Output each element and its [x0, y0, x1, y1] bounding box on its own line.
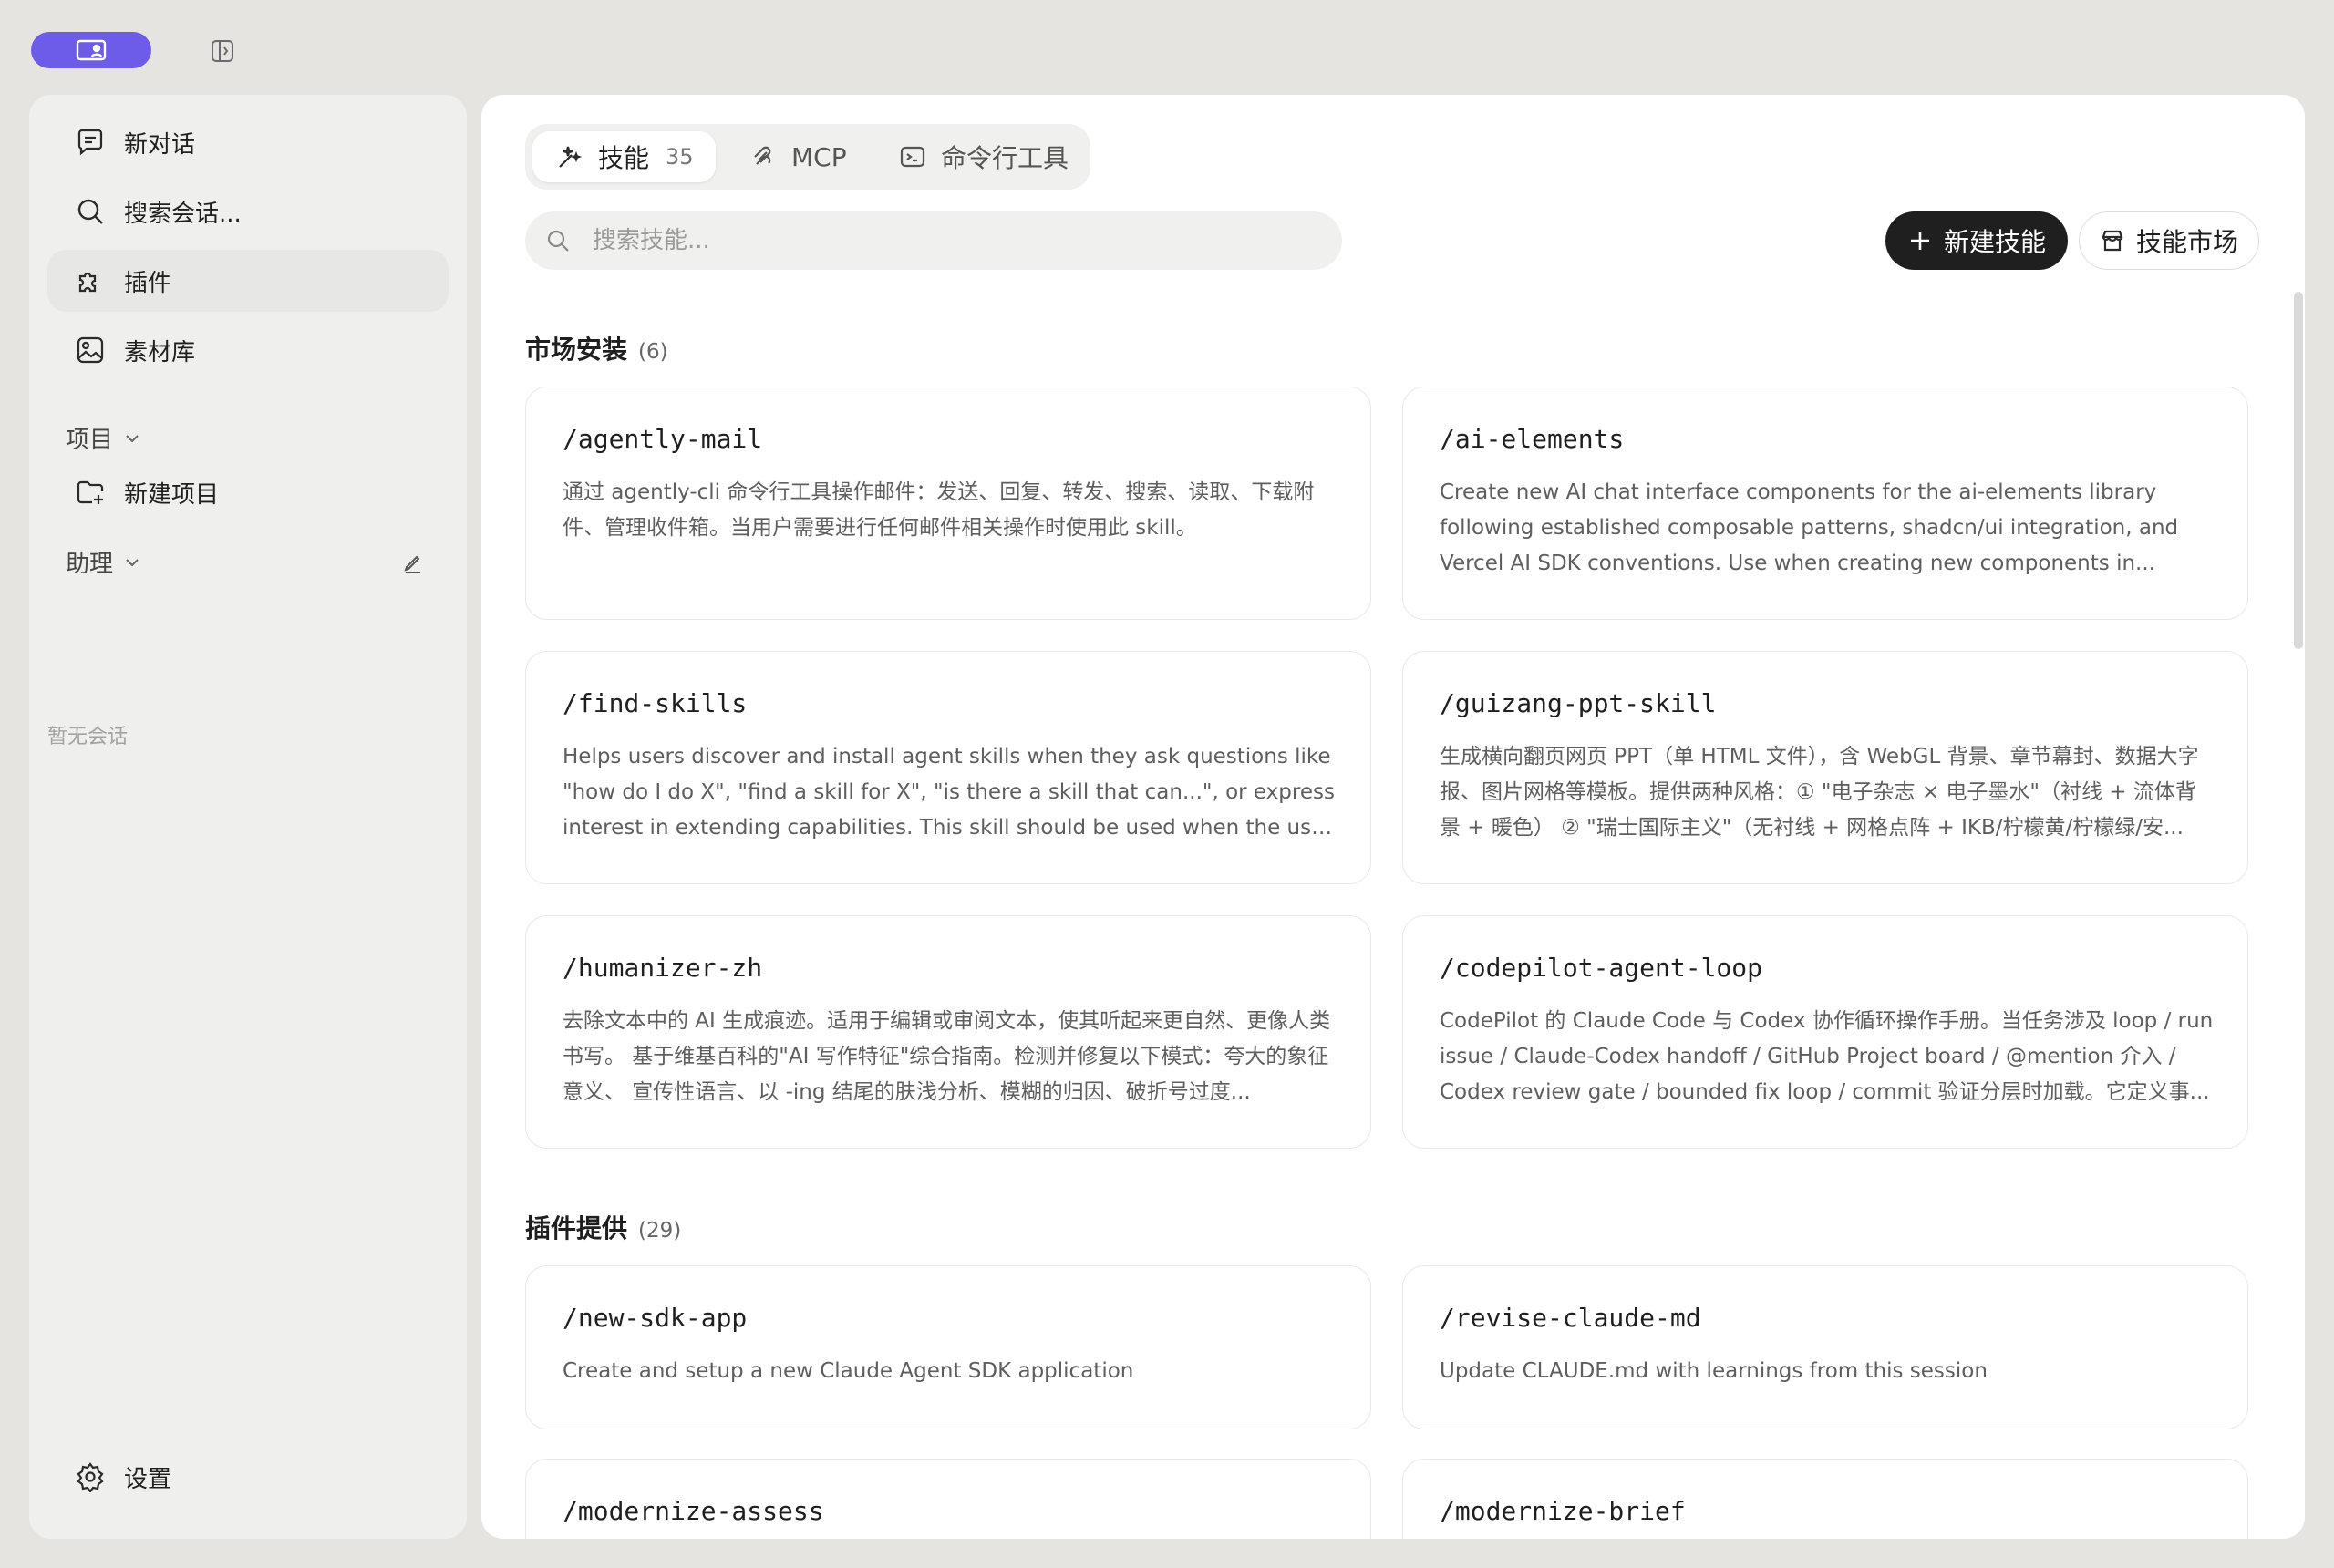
image-icon — [77, 336, 104, 364]
skill-card[interactable]: /ai-elements Create new AI chat interfac… — [1402, 387, 2248, 620]
mcp-icon — [754, 146, 771, 165]
store-icon — [2102, 230, 2123, 252]
skill-card[interactable]: /find-skills Helps users discover and in… — [525, 651, 1371, 884]
toggle-sidebar-button[interactable] — [208, 36, 237, 66]
sidebar-item-search[interactable]: 搜索会话... — [47, 181, 449, 242]
tab-label: MCP — [791, 141, 847, 172]
skill-description: 去除文本中的 AI 生成痕迹。适用于编辑或审阅文本，使其听起来更自然、更像人类书… — [563, 1009, 1331, 1104]
sidebar-item-new-project[interactable]: 新建项目 — [47, 461, 449, 523]
sidebar-item-label: 搜索会话... — [124, 200, 242, 228]
skills-count: 35 — [666, 144, 694, 170]
pencil-icon[interactable] — [401, 551, 425, 574]
chat-bubble-icon — [77, 129, 103, 156]
search-icon — [547, 230, 569, 252]
tab-skills[interactable]: 技能 35 — [532, 131, 716, 182]
section-title: 插件提供 — [525, 1213, 628, 1243]
assistant-label: 助理 — [66, 551, 114, 578]
scrollbar[interactable] — [2294, 292, 2303, 649]
sidebar-item-new-chat[interactable]: 新对话 — [47, 111, 449, 173]
wand-icon — [559, 146, 583, 168]
projects-label: 项目 — [66, 427, 114, 454]
skill-name: /agently-mail — [563, 424, 763, 454]
skill-name: /codepilot-agent-loop — [1440, 953, 1763, 983]
skill-card[interactable]: /modernize-assess — [525, 1459, 1371, 1539]
sidebar-item-label: 新建项目 — [124, 480, 220, 509]
skill-name: /ai-elements — [1440, 424, 1625, 454]
empty-sessions-text: 暂无会话 — [47, 726, 129, 748]
skill-market-button[interactable]: 技能市场 — [2079, 211, 2259, 270]
skill-description: 生成横向翻页网页 PPT（单 HTML 文件），含 WebGL 背景、章节幕封、… — [1440, 745, 2199, 840]
skill-card[interactable]: /modernize-brief — [1402, 1459, 2248, 1539]
skill-description: Update CLAUDE.md with learnings from thi… — [1440, 1359, 1988, 1383]
sidebar-toggle-icon — [212, 40, 233, 62]
skill-name: /find-skills — [563, 688, 748, 718]
skill-card[interactable]: /guizang-ppt-skill 生成横向翻页网页 PPT（单 HTML 文… — [1402, 651, 2248, 884]
chevron-down-icon — [126, 558, 139, 566]
sidebar-item-label: 新对话 — [124, 130, 196, 159]
skill-name: /guizang-ppt-skill — [1440, 688, 1717, 718]
projects-section-toggle[interactable]: 项目 — [66, 421, 142, 455]
chevron-down-icon — [126, 434, 139, 442]
skill-card[interactable]: /agently-mail 通过 agently-cli 命令行工具操作邮件：发… — [525, 387, 1371, 620]
skill-card[interactable]: /humanizer-zh 去除文本中的 AI 生成痕迹。适用于编辑或审阅文本，… — [525, 915, 1371, 1149]
gear-icon — [77, 1462, 104, 1492]
sidebar-item-plugins[interactable]: 插件 — [47, 250, 449, 312]
new-skill-button[interactable]: 新建技能 — [1885, 211, 2068, 270]
tab-label: 技能 — [598, 143, 650, 173]
search-icon — [77, 199, 103, 224]
sidebar-item-label: 设置 — [124, 1465, 172, 1493]
new-skill-label: 新建技能 — [1943, 227, 2046, 257]
section-count: (29) — [638, 1219, 682, 1243]
section-market-installed: 市场安装 (6) — [525, 330, 668, 366]
sidebar-item-library[interactable]: 素材库 — [47, 319, 449, 381]
chat-mode-button[interactable] — [31, 32, 151, 68]
tab-label: 命令行工具 — [941, 143, 1069, 173]
skill-card[interactable]: /new-sdk-app Create and setup a new Clau… — [525, 1265, 1371, 1429]
tab-mcp[interactable]: MCP — [740, 131, 865, 182]
chat-window-icon — [76, 39, 107, 61]
skill-description: Create and setup a new Claude Agent SDK … — [563, 1359, 1134, 1383]
skill-description: CodePilot 的 Claude Code 与 Codex 协作循环操作手册… — [1440, 1009, 2214, 1104]
skill-search[interactable] — [525, 211, 1342, 270]
skill-name: /new-sdk-app — [563, 1303, 748, 1333]
folder-plus-icon — [77, 480, 104, 504]
sidebar-item-label: 素材库 — [124, 338, 196, 366]
tab-cli-tools[interactable]: 命令行工具 — [890, 131, 1087, 182]
sidebar-item-label: 插件 — [124, 269, 172, 297]
puzzle-icon — [78, 272, 97, 293]
skill-name: /modernize-assess — [563, 1496, 824, 1526]
skill-description: Create new AI chat interface components … — [1440, 480, 2179, 575]
section-title: 市场安装 — [525, 335, 628, 365]
section-plugin-provided: 插件提供 (29) — [525, 1209, 681, 1245]
search-input[interactable] — [591, 212, 1324, 269]
section-count: (6) — [638, 340, 668, 364]
sidebar-item-settings[interactable]: 设置 — [47, 1446, 449, 1508]
skill-market-label: 技能市场 — [2135, 227, 2238, 257]
skill-card[interactable]: /codepilot-agent-loop CodePilot 的 Claude… — [1402, 915, 2248, 1149]
skill-name: /modernize-brief — [1440, 1496, 1686, 1526]
main-panel: 技能 35 MCP 命令行工具 新建技能 技能市场 — [481, 95, 2305, 1539]
tab-bar: 技能 35 MCP 命令行工具 — [525, 124, 1090, 190]
terminal-icon — [900, 146, 925, 168]
plus-icon — [1910, 232, 1929, 250]
skill-name: /revise-claude-md — [1440, 1303, 1701, 1333]
sidebar: 新对话 搜索会话... 插件 素材库 项目 新建项目 助理 暂无会话 设置 — [29, 95, 467, 1539]
skill-description: 通过 agently-cli 命令行工具操作邮件：发送、回复、转发、搜索、读取、… — [563, 480, 1315, 540]
assistant-section-toggle[interactable]: 助理 — [66, 545, 142, 579]
skill-name: /humanizer-zh — [563, 953, 763, 983]
skill-description: Helps users discover and install agent s… — [563, 745, 1335, 840]
skill-card[interactable]: /revise-claude-md Update CLAUDE.md with … — [1402, 1265, 2248, 1429]
